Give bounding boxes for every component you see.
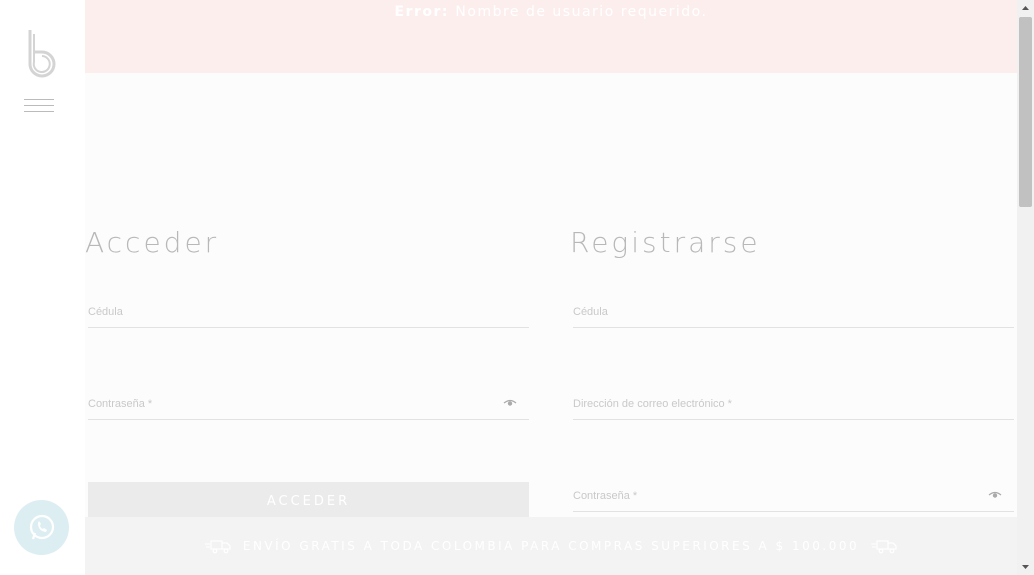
scroll-up-arrow-icon[interactable] (1017, 0, 1034, 17)
sidebar (0, 0, 85, 575)
register-password-field (573, 482, 1014, 512)
scrollbar-thumb[interactable] (1019, 17, 1032, 207)
register-username-input[interactable] (573, 298, 1014, 326)
error-message: Error: Nombre de usuario requerido. (85, 0, 1017, 20)
login-username-input[interactable] (88, 298, 529, 326)
scroll-down-arrow-icon[interactable] (1017, 558, 1034, 575)
login-username-field (88, 298, 529, 328)
register-email-input[interactable] (573, 390, 1014, 418)
login-password-input[interactable] (88, 390, 529, 418)
error-label: Error: (394, 4, 450, 20)
delivery-truck-icon (871, 540, 897, 554)
whatsapp-chat-button[interactable] (14, 500, 69, 555)
login-password-field (88, 390, 529, 420)
show-password-eye-icon[interactable] (503, 398, 517, 408)
error-banner: Error: Nombre de usuario requerido. (85, 0, 1017, 73)
free-shipping-text: ENVÍO GRATIS A TODA COLOMBIA PARA COMPRA… (242, 539, 860, 553)
register-username-field (573, 298, 1014, 328)
register-email-field (573, 390, 1014, 420)
show-password-eye-icon[interactable] (988, 490, 1002, 500)
vertical-scrollbar[interactable] (1017, 0, 1034, 575)
free-shipping-bar: ENVÍO GRATIS A TODA COLOMBIA PARA COMPRA… (85, 517, 1017, 575)
whatsapp-icon (29, 514, 54, 539)
delivery-truck-icon (204, 540, 231, 554)
error-text: Nombre de usuario requerido. (455, 4, 708, 20)
register-title: Registrarse (570, 226, 761, 259)
main-content: Error: Nombre de usuario requerido. Acce… (85, 0, 1017, 575)
login-button[interactable]: ACCEDER (88, 482, 529, 520)
login-title: Acceder (85, 226, 220, 259)
menu-hamburger-icon[interactable] (24, 99, 56, 115)
brand-logo-icon[interactable] (24, 28, 58, 78)
register-password-input[interactable] (573, 482, 1014, 510)
